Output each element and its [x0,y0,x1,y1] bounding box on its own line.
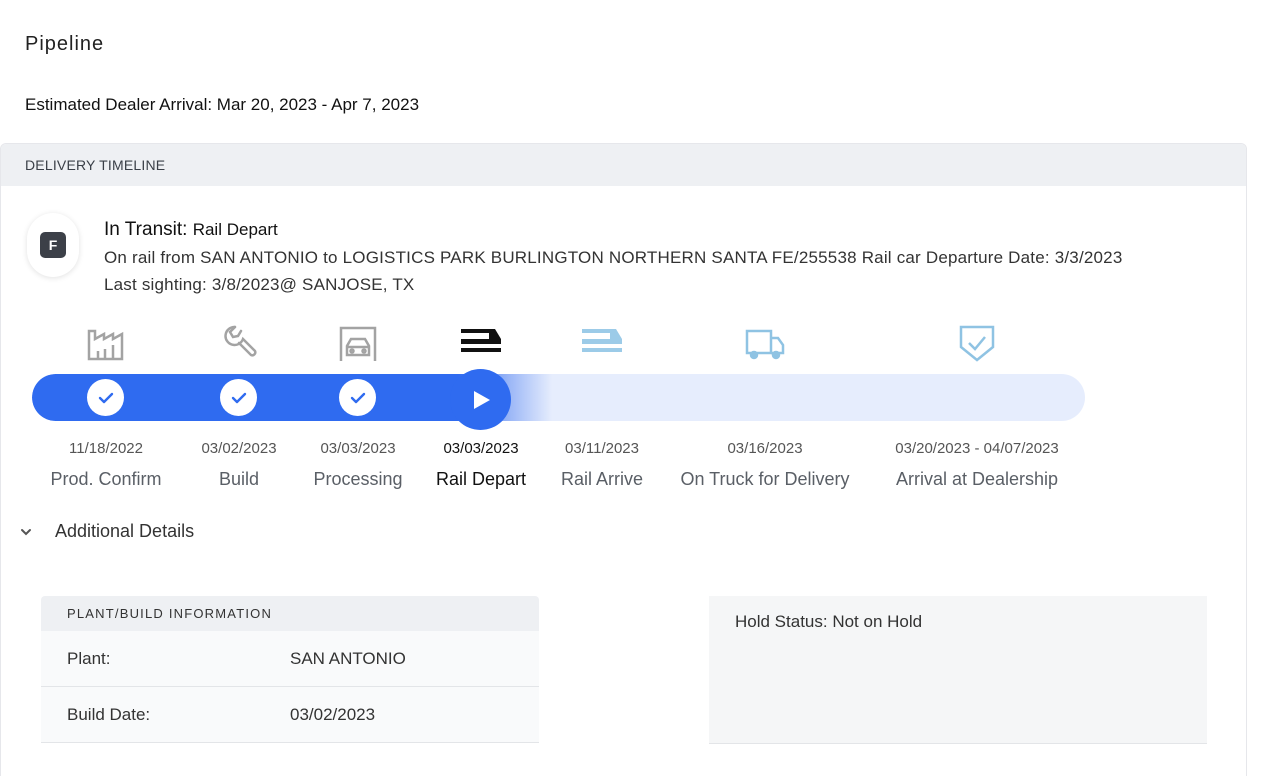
brand-letter: F [40,232,66,258]
status-title: In Transit: Rail Depart [104,219,278,241]
truck-icon [745,329,785,360]
step-date-current: 03/03/2023 [443,440,519,457]
check-icon [350,392,365,403]
hold-status-panel: Hold Status: Not on Hold [709,596,1207,744]
hold-status: Hold Status: Not on Hold [735,612,923,631]
plant-row: Build Date: 03/02/2023 [41,687,539,743]
wrench-icon [224,325,257,357]
step-label: Prod. Confirm [50,469,162,489]
rail-icon [582,329,622,352]
step-label: Build [218,469,260,489]
plant-row-value: 03/02/2023 [290,704,376,724]
play-icon [473,390,490,409]
step-complete-check [339,379,376,416]
step-date: 03/02/2023 [201,440,277,457]
card-header: DELIVERY TIMELINE [1,144,1246,186]
plant-build-info: PLANT/BUILD INFORMATION Plant: SAN ANTON… [41,596,539,743]
step-label-current: Rail Depart [435,469,527,489]
current-step-marker [450,369,511,430]
shield-check-icon [959,325,995,362]
step-date: 03/11/2023 [565,440,639,457]
step-complete-check [220,379,257,416]
plant-row-value: SAN ANTONIO [290,648,406,668]
step-label: Arrival at Dealership [895,469,1059,489]
status-value: Rail Depart [192,220,278,239]
car-icon [339,326,377,361]
step-date: 11/18/2022 [69,440,143,457]
status-description: On rail from SAN ANTONIO to LOGISTICS PA… [104,248,1123,267]
plant-row-key: Plant: [67,648,111,668]
rail-icon [461,329,501,352]
factory-icon [87,329,124,361]
step-date: 03/16/2023 [727,440,803,457]
check-icon [98,392,113,403]
step-date: 03/20/2023 - 04/07/2023 [895,440,1059,457]
check-icon [231,392,246,403]
step-label: Rail Arrive [560,469,644,489]
last-sighting: Last sighting: 3/8/2023@ SANJOSE, TX [104,275,415,294]
additional-details-label: Additional Details [55,521,195,541]
estimated-arrival: Estimated Dealer Arrival: Mar 20, 2023 -… [25,95,420,114]
step-date: 03/03/2023 [320,440,396,457]
plant-row: Plant: SAN ANTONIO [41,631,539,687]
chevron-down-icon [21,528,31,535]
status-badge: F [27,213,79,277]
status-label: In Transit: [104,219,188,240]
step-label: Processing [313,469,403,489]
delivery-timeline-card: DELIVERY TIMELINE F In Transit: Rail Dep… [0,143,1247,776]
plant-row-key: Build Date: [67,704,151,724]
additional-details-toggle[interactable]: Additional Details [19,521,194,542]
card-header-title: DELIVERY TIMELINE [25,157,166,173]
step-label: On Truck for Delivery [680,469,850,489]
plant-info-header: PLANT/BUILD INFORMATION [41,596,539,631]
progress-track [32,374,1085,421]
step-complete-check [87,379,124,416]
page-title: Pipeline [25,33,105,55]
